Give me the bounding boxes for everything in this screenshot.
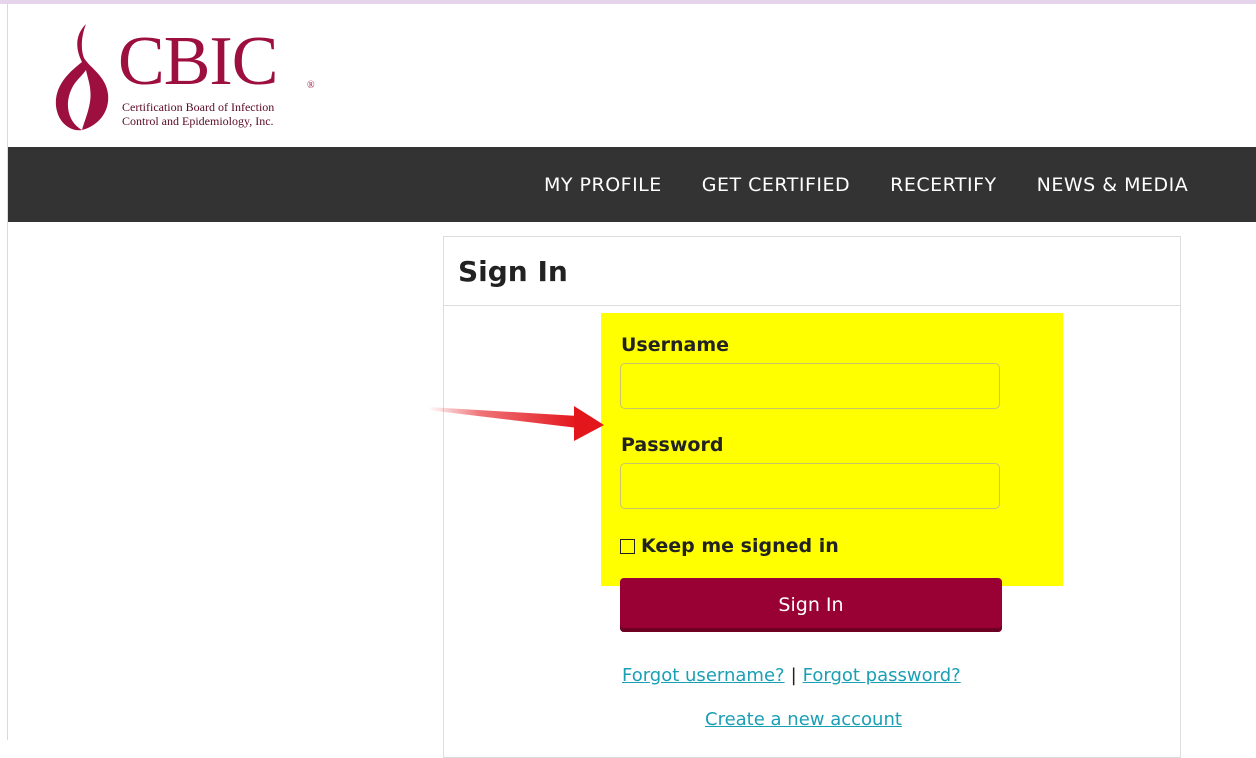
create-account-link[interactable]: Create a new account <box>705 709 902 730</box>
signin-panel-header: Sign In <box>444 237 1180 306</box>
keep-signed-in-row[interactable]: Keep me signed in <box>620 535 839 557</box>
forgot-password-link[interactable]: Forgot password? <box>803 665 961 686</box>
top-border <box>0 0 1256 4</box>
logo-subtitle-line-2: Control and Epidemiology, Inc. <box>122 114 274 128</box>
username-input[interactable] <box>620 363 1000 409</box>
nav-items: MY PROFILE GET CERTIFIED RECERTIFY NEWS … <box>544 147 1228 222</box>
recovery-links: Forgot username? | Forgot password? <box>622 665 961 686</box>
main-nav: MY PROFILE GET CERTIFIED RECERTIFY NEWS … <box>8 147 1256 222</box>
registered-mark: ® <box>307 80 315 91</box>
keep-signed-in-label[interactable]: Keep me signed in <box>641 535 839 557</box>
flame-logo-icon <box>55 24 109 131</box>
username-label: Username <box>621 334 730 356</box>
nav-item-news-media[interactable]: NEWS & MEDIA <box>1037 174 1189 196</box>
nav-item-my-profile[interactable]: MY PROFILE <box>544 174 662 196</box>
password-label: Password <box>621 434 724 456</box>
nav-item-get-certified[interactable]: GET CERTIFIED <box>702 174 850 196</box>
page-title: Sign In <box>458 254 568 288</box>
logo-subtitle: Certification Board of Infection Control… <box>122 100 332 128</box>
annotation-arrow-icon <box>428 406 604 441</box>
forgot-username-link[interactable]: Forgot username? <box>622 665 785 686</box>
logo-subtitle-line-1: Certification Board of Infection <box>122 100 275 114</box>
logo-wordmark: CBIC <box>118 23 278 100</box>
nav-item-recertify[interactable]: RECERTIFY <box>890 174 997 196</box>
sign-in-button[interactable]: Sign In <box>620 578 1002 632</box>
links-separator: | <box>790 665 797 686</box>
keep-signed-in-checkbox[interactable] <box>620 538 635 554</box>
password-input[interactable] <box>620 463 1000 509</box>
cbic-logo[interactable]: CBIC ® Certification Board of Infection … <box>52 18 332 136</box>
left-border <box>7 4 8 740</box>
